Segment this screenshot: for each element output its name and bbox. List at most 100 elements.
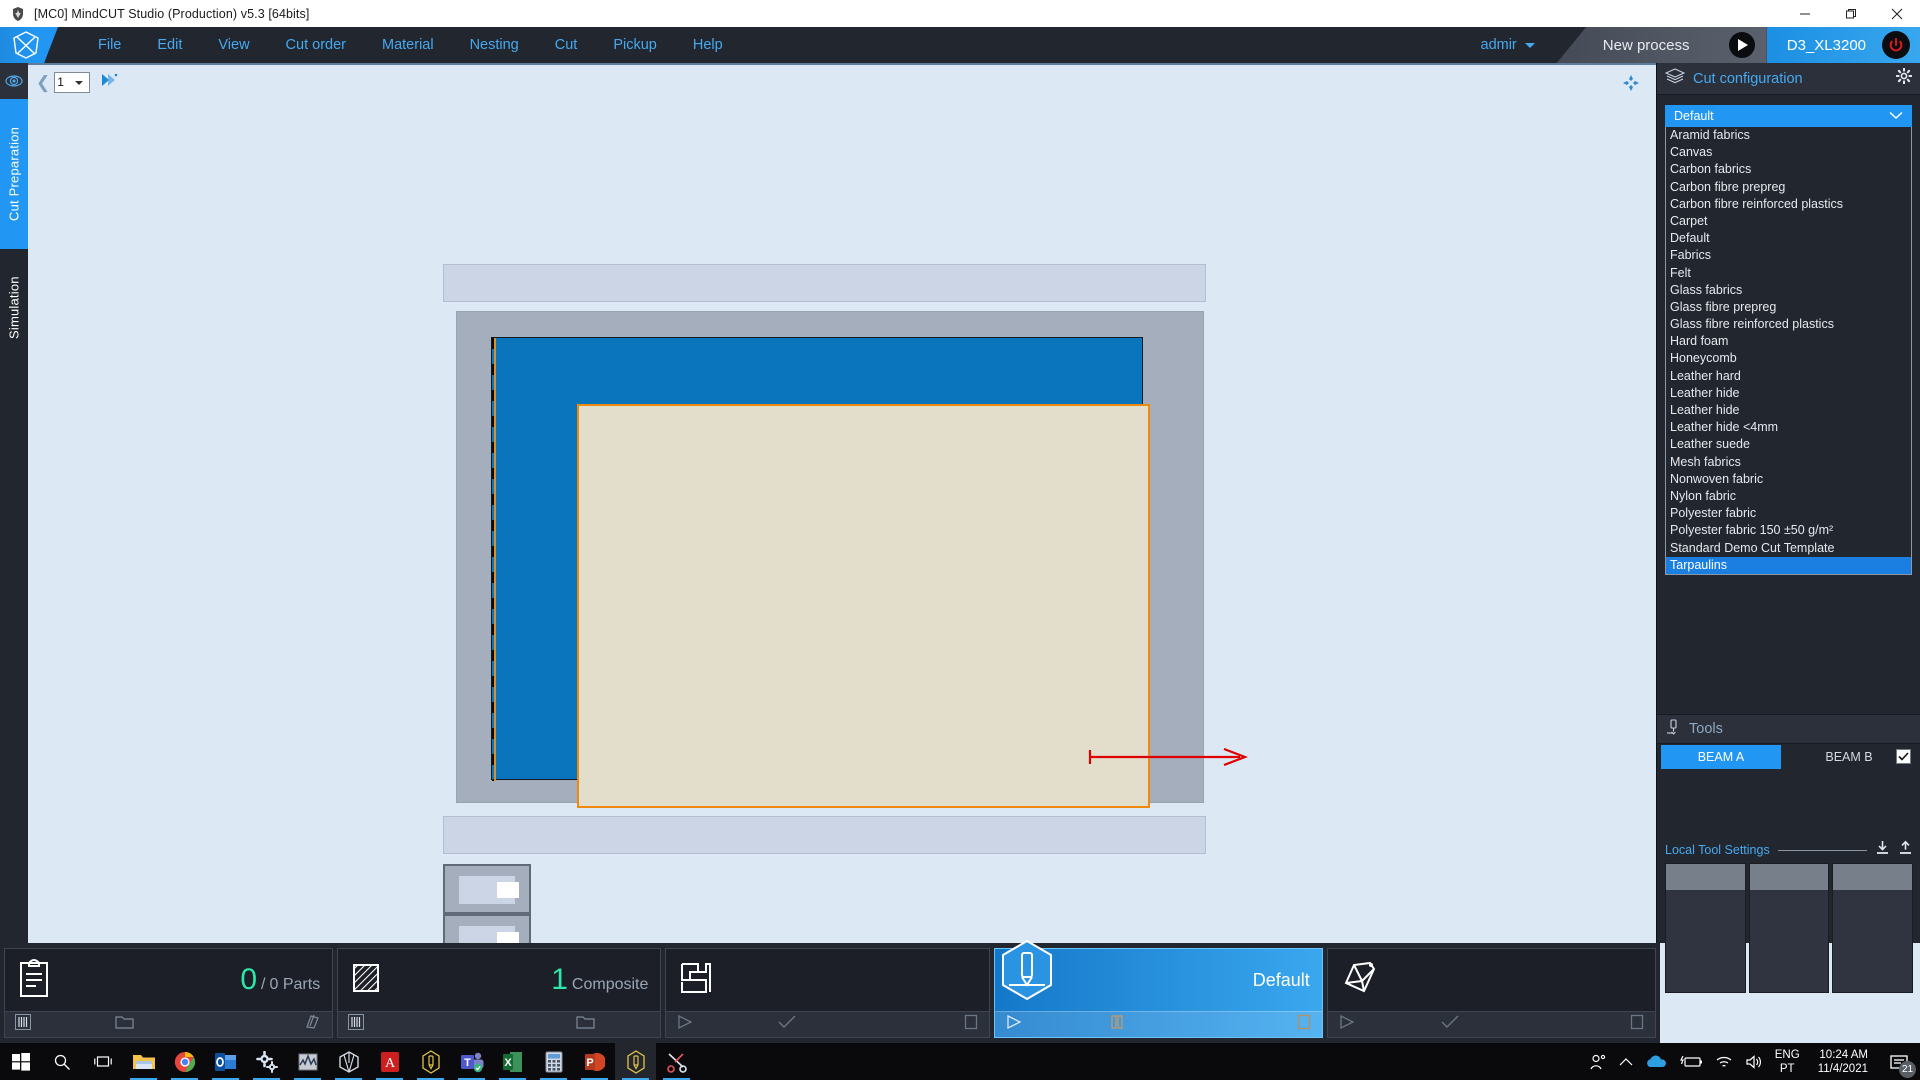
play-icon[interactable]	[1338, 1014, 1356, 1035]
list-item[interactable]: Mesh fabrics	[1666, 454, 1911, 471]
list-item[interactable]: Nonwoven fabric	[1666, 471, 1911, 488]
folder-icon[interactable]	[576, 1014, 596, 1035]
parts-icon[interactable]	[304, 1014, 322, 1035]
onedrive-icon[interactable]	[1645, 1054, 1667, 1069]
notification-icon[interactable]: 21	[1886, 1049, 1916, 1078]
beam-b-checkbox[interactable]	[1896, 749, 1911, 764]
teams-icon[interactable]: T	[451, 1043, 492, 1080]
sidebar-item-simulation[interactable]: Simulation	[0, 249, 28, 367]
card-pickup[interactable]	[1326, 948, 1656, 1038]
list-item[interactable]: Carbon fibre prepreg	[1666, 179, 1911, 196]
gears-icon[interactable]	[246, 1043, 287, 1080]
tool-column-2[interactable]	[1748, 863, 1830, 993]
list-item[interactable]: Carbon fibre reinforced plastics	[1666, 196, 1911, 213]
excel-icon[interactable]: X	[492, 1043, 533, 1080]
machine-tab[interactable]: D3_XL3200	[1766, 27, 1920, 63]
list-item[interactable]: Honeycomb	[1666, 350, 1911, 367]
outlook-icon[interactable]	[205, 1043, 246, 1080]
list-item[interactable]: Leather hide <4mm	[1666, 419, 1911, 436]
menu-item-edit[interactable]: Edit	[139, 27, 200, 63]
wifi-icon[interactable]	[1715, 1055, 1733, 1069]
list-item[interactable]: Hard foam	[1666, 333, 1911, 350]
minimize-button[interactable]	[1782, 0, 1828, 27]
tool-column-3[interactable]	[1832, 863, 1914, 993]
play-icon[interactable]	[676, 1014, 694, 1035]
mindcut-logo-icon[interactable]	[0, 27, 58, 63]
language-indicator[interactable]: ENG PT	[1775, 1048, 1800, 1076]
menu-item-file[interactable]: File	[80, 27, 139, 63]
start-button[interactable]	[0, 1043, 41, 1080]
calculator-icon[interactable]	[533, 1043, 574, 1080]
menu-item-pickup[interactable]: Pickup	[595, 27, 675, 63]
scissors-icon[interactable]	[656, 1043, 697, 1080]
barcode-icon[interactable]	[348, 1014, 365, 1035]
search-icon[interactable]	[41, 1043, 82, 1080]
list-item[interactable]: Glass fibre prepreg	[1666, 299, 1911, 316]
material-sheet[interactable]	[577, 404, 1150, 808]
card-parts[interactable]: 0 / 0 Parts	[4, 948, 334, 1038]
list-item[interactable]: Standard Demo Cut Template	[1666, 540, 1911, 557]
tool-column-1[interactable]	[1665, 863, 1746, 993]
menu-item-cut-order[interactable]: Cut order	[268, 27, 364, 63]
list-item[interactable]: Fabrics	[1666, 247, 1911, 264]
pause-icon[interactable]	[1108, 1014, 1126, 1035]
chevron-left-icon[interactable]: ❮	[36, 74, 50, 91]
list-item[interactable]: Polyester fabric 150 ±50 g/m²	[1666, 522, 1911, 539]
hex-gem-icon[interactable]	[328, 1043, 369, 1080]
list-item[interactable]: Carbon fabrics	[1666, 161, 1911, 178]
table-segment-1[interactable]	[443, 864, 531, 914]
stop-icon[interactable]	[1296, 1014, 1312, 1035]
card-composite[interactable]: 1 Composite	[337, 948, 662, 1038]
file-explorer-icon[interactable]	[123, 1043, 164, 1080]
list-item[interactable]: Carpet	[1666, 213, 1911, 230]
tab-beam-a[interactable]: BEAM A	[1661, 745, 1781, 769]
move-cross-icon[interactable]	[1622, 74, 1640, 97]
clock[interactable]: 10:24 AM 11/4/2021	[1812, 1048, 1874, 1076]
stop-icon[interactable]	[963, 1014, 979, 1035]
menu-item-nesting[interactable]: Nesting	[452, 27, 537, 63]
tab-beam-b[interactable]: BEAM B	[1781, 745, 1917, 769]
hex-pen-icon[interactable]	[410, 1043, 451, 1080]
stop-icon[interactable]	[1629, 1014, 1645, 1035]
list-item[interactable]: Leather hide	[1666, 402, 1911, 419]
play-icon[interactable]	[1728, 32, 1755, 58]
barcode-icon[interactable]	[15, 1014, 31, 1035]
list-item[interactable]: Glass fabrics	[1666, 282, 1911, 299]
powerpoint-icon[interactable]: P	[574, 1043, 615, 1080]
cut-configuration-combobox[interactable]: Default	[1665, 105, 1912, 127]
page-select[interactable]: 1	[54, 71, 91, 93]
play-icon[interactable]	[1005, 1014, 1023, 1035]
card-cut[interactable]: Default	[993, 939, 1323, 1038]
eye-icon[interactable]	[0, 63, 28, 99]
battery-charging-icon[interactable]	[1679, 1055, 1703, 1069]
menu-item-material[interactable]: Material	[364, 27, 452, 63]
maximize-button[interactable]	[1828, 0, 1874, 27]
chevron-down-icon[interactable]	[1889, 109, 1903, 123]
mindcut-studio-taskbar-icon[interactable]	[615, 1043, 656, 1080]
cut-configuration-listbox[interactable]: Aramid fabrics Canvas Carbon fabrics Carbon…	[1665, 127, 1912, 575]
process-tab[interactable]: New process	[1556, 27, 1767, 63]
list-item[interactable]: Felt	[1666, 265, 1911, 282]
download-icon[interactable]	[1875, 840, 1890, 860]
list-item[interactable]: Nylon fabric	[1666, 488, 1911, 505]
list-item[interactable]: Glass fibre reinforced plastics	[1666, 316, 1911, 333]
list-item[interactable]: Leather suede	[1666, 436, 1911, 453]
close-button[interactable]	[1874, 0, 1920, 27]
menu-item-cut[interactable]: Cut	[537, 27, 596, 63]
speaker-icon[interactable]	[1745, 1054, 1763, 1069]
list-item[interactable]: Tarpaulins	[1666, 556, 1911, 574]
power-icon[interactable]	[1882, 31, 1910, 59]
list-item[interactable]: Leather hide	[1666, 385, 1911, 402]
folder-icon[interactable]	[115, 1014, 135, 1035]
tool-columns[interactable]	[1665, 863, 1914, 993]
wave-icon[interactable]	[287, 1043, 328, 1080]
chrome-icon[interactable]	[164, 1043, 205, 1080]
card-nesting[interactable]	[665, 948, 990, 1038]
people-icon[interactable]	[1589, 1053, 1607, 1071]
sidebar-item-cut-preparation[interactable]: Cut Preparation	[0, 99, 28, 249]
cut-table-graphic[interactable]	[28, 99, 1656, 964]
check-icon[interactable]	[1440, 1014, 1460, 1035]
check-icon[interactable]	[777, 1014, 797, 1035]
upload-icon[interactable]	[1898, 840, 1913, 860]
menu-item-view[interactable]: View	[200, 27, 267, 63]
